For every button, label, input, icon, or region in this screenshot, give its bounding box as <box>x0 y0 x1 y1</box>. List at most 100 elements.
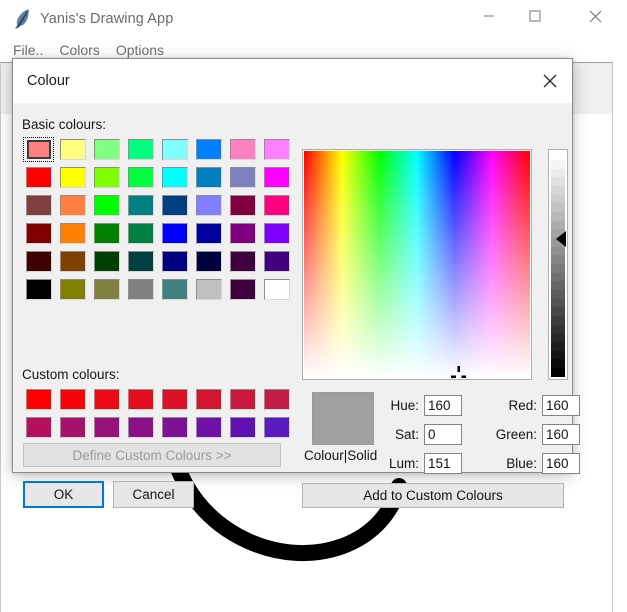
colour-swatch <box>229 417 256 438</box>
colour-swatch <box>25 279 52 300</box>
basic-colour-swatch-42[interactable] <box>91 277 122 302</box>
basic-colour-swatch-5[interactable] <box>193 137 224 162</box>
maximize-button[interactable] <box>512 0 558 32</box>
basic-colour-swatch-28[interactable] <box>159 221 190 246</box>
luminance-gradient <box>551 152 565 377</box>
basic-colour-swatch-14[interactable] <box>227 165 258 190</box>
basic-colour-swatch-34[interactable] <box>91 249 122 274</box>
add-to-custom-colours-button[interactable]: Add to Custom Colours <box>302 483 564 508</box>
basic-colour-swatch-3[interactable] <box>125 137 156 162</box>
dialog-close-button[interactable] <box>527 59 572 102</box>
basic-colour-swatch-6[interactable] <box>227 137 258 162</box>
colour-swatch <box>263 251 290 272</box>
basic-colour-swatch-26[interactable] <box>91 221 122 246</box>
basic-colour-swatch-22[interactable] <box>227 193 258 218</box>
colour-swatch <box>127 139 154 160</box>
basic-colour-swatch-38[interactable] <box>227 249 258 274</box>
cancel-button[interactable]: Cancel <box>113 481 194 508</box>
basic-colour-swatch-1[interactable] <box>57 137 88 162</box>
basic-colour-swatch-46[interactable] <box>227 277 258 302</box>
basic-colour-swatch-18[interactable] <box>91 193 122 218</box>
basic-colour-swatch-29[interactable] <box>193 221 224 246</box>
close-button[interactable] <box>572 0 618 32</box>
basic-colour-swatch-15[interactable] <box>261 165 292 190</box>
menu-item-file[interactable]: File.. <box>5 42 51 58</box>
basic-colour-swatch-20[interactable] <box>159 193 190 218</box>
basic-colour-swatch-27[interactable] <box>125 221 156 246</box>
basic-colour-swatch-30[interactable] <box>227 221 258 246</box>
custom-colour-swatch-13[interactable] <box>193 415 224 440</box>
basic-colour-swatch-4[interactable] <box>159 137 190 162</box>
menu-item-options[interactable]: Options <box>108 42 172 58</box>
define-custom-colours-button[interactable]: Define Custom Colours >> <box>23 443 281 467</box>
hue-input[interactable]: 160 <box>424 394 462 416</box>
basic-colour-swatch-16[interactable] <box>23 193 54 218</box>
custom-colour-swatch-4[interactable] <box>159 387 190 412</box>
basic-colour-swatch-37[interactable] <box>193 249 224 274</box>
basic-colour-swatch-32[interactable] <box>23 249 54 274</box>
basic-colours-grid[interactable] <box>23 137 292 302</box>
colour-preview-swatch <box>312 392 374 445</box>
basic-colour-swatch-8[interactable] <box>23 165 54 190</box>
basic-colour-swatch-23[interactable] <box>261 193 292 218</box>
colour-swatch <box>93 139 120 160</box>
basic-colour-swatch-25[interactable] <box>57 221 88 246</box>
basic-colour-swatch-41[interactable] <box>57 277 88 302</box>
basic-colour-swatch-39[interactable] <box>261 249 292 274</box>
basic-colour-swatch-9[interactable] <box>57 165 88 190</box>
basic-colour-swatch-24[interactable] <box>23 221 54 246</box>
colour-swatch <box>263 279 290 300</box>
custom-colour-swatch-11[interactable] <box>125 415 156 440</box>
custom-colour-swatch-0[interactable] <box>23 387 54 412</box>
app-titlebar: Yanis's Drawing App <box>0 0 627 38</box>
colour-swatch <box>25 417 52 438</box>
custom-colour-swatch-7[interactable] <box>261 387 292 412</box>
custom-colours-grid[interactable] <box>23 387 292 440</box>
basic-colour-swatch-12[interactable] <box>159 165 190 190</box>
custom-colour-swatch-5[interactable] <box>193 387 224 412</box>
basic-colour-swatch-35[interactable] <box>125 249 156 274</box>
basic-colour-swatch-0[interactable] <box>23 137 54 162</box>
basic-colour-swatch-33[interactable] <box>57 249 88 274</box>
green-input[interactable]: 160 <box>542 423 580 445</box>
custom-colour-swatch-1[interactable] <box>57 387 88 412</box>
colour-swatch <box>59 195 86 216</box>
basic-colour-swatch-17[interactable] <box>57 193 88 218</box>
luminance-slider-thumb[interactable] <box>556 231 566 247</box>
basic-colour-swatch-10[interactable] <box>91 165 122 190</box>
custom-colour-swatch-2[interactable] <box>91 387 122 412</box>
basic-colour-swatch-11[interactable] <box>125 165 156 190</box>
custom-colour-swatch-3[interactable] <box>125 387 156 412</box>
basic-colour-swatch-21[interactable] <box>193 193 224 218</box>
basic-colour-swatch-40[interactable] <box>23 277 54 302</box>
colour-swatch <box>195 223 222 244</box>
blue-input[interactable]: 160 <box>542 452 580 474</box>
basic-colour-swatch-2[interactable] <box>91 137 122 162</box>
basic-colour-swatch-44[interactable] <box>159 277 190 302</box>
custom-colour-swatch-9[interactable] <box>57 415 88 440</box>
basic-colour-swatch-36[interactable] <box>159 249 190 274</box>
ok-button[interactable]: OK <box>23 481 104 508</box>
colour-swatch <box>127 251 154 272</box>
basic-colour-swatch-45[interactable] <box>193 277 224 302</box>
basic-colour-swatch-47[interactable] <box>261 277 292 302</box>
custom-colour-swatch-12[interactable] <box>159 415 190 440</box>
basic-colour-swatch-7[interactable] <box>261 137 292 162</box>
hue-saturation-field[interactable] <box>302 149 532 380</box>
basic-colour-swatch-19[interactable] <box>125 193 156 218</box>
custom-colour-swatch-10[interactable] <box>91 415 122 440</box>
menu-item-colors[interactable]: Colors <box>51 42 107 58</box>
saturation-input[interactable]: 0 <box>424 423 462 445</box>
basic-colour-swatch-13[interactable] <box>193 165 224 190</box>
luminance-input[interactable]: 151 <box>424 452 462 474</box>
custom-colour-swatch-6[interactable] <box>227 387 258 412</box>
red-input[interactable]: 160 <box>542 394 580 416</box>
custom-colour-swatch-14[interactable] <box>227 415 258 440</box>
basic-colour-swatch-31[interactable] <box>261 221 292 246</box>
basic-colour-swatch-43[interactable] <box>125 277 156 302</box>
custom-colour-swatch-15[interactable] <box>261 415 292 440</box>
minimize-button[interactable] <box>466 0 512 32</box>
colour-swatch <box>229 195 256 216</box>
luminance-slider[interactable] <box>548 149 568 380</box>
custom-colour-swatch-8[interactable] <box>23 415 54 440</box>
